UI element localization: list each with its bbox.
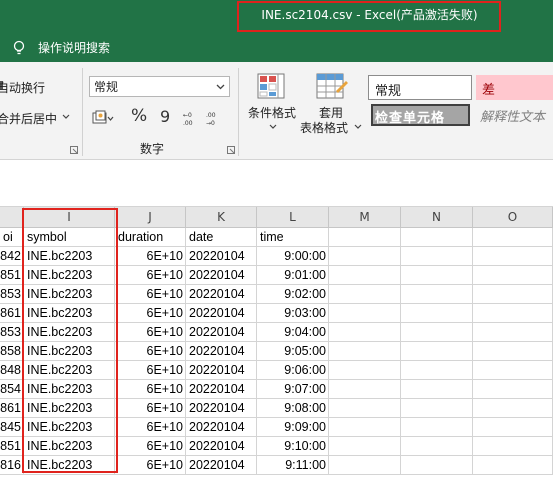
empty-cell[interactable] <box>473 399 553 418</box>
table-cell[interactable]: 20220104 <box>186 285 257 304</box>
empty-cell[interactable] <box>329 361 401 380</box>
table-cell[interactable]: 6E+10 <box>115 323 186 342</box>
empty-cell[interactable] <box>401 304 473 323</box>
empty-cell[interactable] <box>329 342 401 361</box>
table-cell[interactable]: 9:01:00 <box>257 266 329 285</box>
table-cell[interactable]: 853 <box>0 285 24 304</box>
empty-cell[interactable] <box>473 304 553 323</box>
column-highlight-box <box>22 208 118 473</box>
table-cell[interactable]: 858 <box>0 342 24 361</box>
column-header-j[interactable]: J <box>115 207 186 228</box>
header-cell[interactable]: duration <box>115 228 186 247</box>
empty-cell[interactable] <box>473 323 553 342</box>
table-cell[interactable]: 851 <box>0 437 24 456</box>
empty-cell[interactable] <box>329 247 401 266</box>
empty-cell[interactable] <box>401 228 473 247</box>
table-cell[interactable]: 9:03:00 <box>257 304 329 323</box>
table-cell[interactable]: 9:10:00 <box>257 437 329 456</box>
table-cell[interactable]: 20220104 <box>186 304 257 323</box>
table-cell[interactable]: 6E+10 <box>115 285 186 304</box>
empty-cell[interactable] <box>329 399 401 418</box>
table-cell[interactable]: 20220104 <box>186 342 257 361</box>
table-cell[interactable]: 9:07:00 <box>257 380 329 399</box>
empty-cell[interactable] <box>329 323 401 342</box>
table-cell[interactable]: 848 <box>0 361 24 380</box>
empty-cell[interactable] <box>329 456 401 475</box>
table-cell[interactable]: 9:00:00 <box>257 247 329 266</box>
header-cell[interactable]: date <box>186 228 257 247</box>
table-cell[interactable]: 20220104 <box>186 437 257 456</box>
empty-cell[interactable] <box>473 456 553 475</box>
table-cell[interactable]: 6E+10 <box>115 266 186 285</box>
empty-cell[interactable] <box>329 418 401 437</box>
table-cell[interactable]: 6E+10 <box>115 456 186 475</box>
column-header[interactable] <box>0 207 24 228</box>
table-cell[interactable]: 6E+10 <box>115 380 186 399</box>
empty-cell[interactable] <box>473 342 553 361</box>
empty-cell[interactable] <box>329 304 401 323</box>
column-header-l[interactable]: L <box>257 207 329 228</box>
empty-cell[interactable] <box>329 380 401 399</box>
table-cell[interactable]: 20220104 <box>186 361 257 380</box>
empty-cell[interactable] <box>401 266 473 285</box>
empty-cell[interactable] <box>473 228 553 247</box>
table-cell[interactable]: 861 <box>0 304 24 323</box>
column-header-n[interactable]: N <box>401 207 473 228</box>
table-cell[interactable]: 816 <box>0 456 24 475</box>
table-cell[interactable]: 20220104 <box>186 247 257 266</box>
empty-cell[interactable] <box>401 437 473 456</box>
table-cell[interactable]: 20220104 <box>186 399 257 418</box>
table-cell[interactable]: 845 <box>0 418 24 437</box>
empty-cell[interactable] <box>473 285 553 304</box>
empty-cell[interactable] <box>401 323 473 342</box>
table-cell[interactable]: 6E+10 <box>115 304 186 323</box>
table-cell[interactable]: 6E+10 <box>115 361 186 380</box>
table-cell[interactable]: 9:09:00 <box>257 418 329 437</box>
empty-cell[interactable] <box>329 285 401 304</box>
table-cell[interactable]: 842 <box>0 247 24 266</box>
empty-cell[interactable] <box>401 399 473 418</box>
empty-cell[interactable] <box>401 380 473 399</box>
table-cell[interactable]: 6E+10 <box>115 437 186 456</box>
table-cell[interactable]: 6E+10 <box>115 418 186 437</box>
column-header-k[interactable]: K <box>186 207 257 228</box>
empty-cell[interactable] <box>401 285 473 304</box>
table-cell[interactable]: 9:05:00 <box>257 342 329 361</box>
empty-cell[interactable] <box>473 266 553 285</box>
empty-cell[interactable] <box>401 418 473 437</box>
table-cell[interactable]: 20220104 <box>186 418 257 437</box>
empty-cell[interactable] <box>473 437 553 456</box>
table-cell[interactable]: 20220104 <box>186 380 257 399</box>
empty-cell[interactable] <box>329 437 401 456</box>
empty-cell[interactable] <box>473 361 553 380</box>
table-cell[interactable]: 20220104 <box>186 323 257 342</box>
column-header-m[interactable]: M <box>329 207 401 228</box>
table-cell[interactable]: 851 <box>0 266 24 285</box>
empty-cell[interactable] <box>329 266 401 285</box>
table-cell[interactable]: 9:08:00 <box>257 399 329 418</box>
column-header-o[interactable]: O <box>473 207 553 228</box>
table-cell[interactable]: 6E+10 <box>115 399 186 418</box>
table-cell[interactable]: 9:02:00 <box>257 285 329 304</box>
table-cell[interactable]: 854 <box>0 380 24 399</box>
empty-cell[interactable] <box>329 228 401 247</box>
table-cell[interactable]: 853 <box>0 323 24 342</box>
table-cell[interactable]: 20220104 <box>186 456 257 475</box>
table-cell[interactable]: 861 <box>0 399 24 418</box>
header-cell[interactable]: oi <box>0 228 24 247</box>
empty-cell[interactable] <box>401 361 473 380</box>
empty-cell[interactable] <box>401 247 473 266</box>
table-cell[interactable]: 20220104 <box>186 266 257 285</box>
table-cell[interactable]: 9:11:00 <box>257 456 329 475</box>
table-cell[interactable]: 6E+10 <box>115 342 186 361</box>
empty-cell[interactable] <box>473 418 553 437</box>
empty-cell[interactable] <box>401 456 473 475</box>
empty-cell[interactable] <box>401 342 473 361</box>
header-cell[interactable]: time <box>257 228 329 247</box>
table-cell[interactable]: 9:06:00 <box>257 361 329 380</box>
empty-cell[interactable] <box>473 380 553 399</box>
empty-cell[interactable] <box>473 247 553 266</box>
table-cell[interactable]: 6E+10 <box>115 247 186 266</box>
table-cell[interactable]: 9:04:00 <box>257 323 329 342</box>
